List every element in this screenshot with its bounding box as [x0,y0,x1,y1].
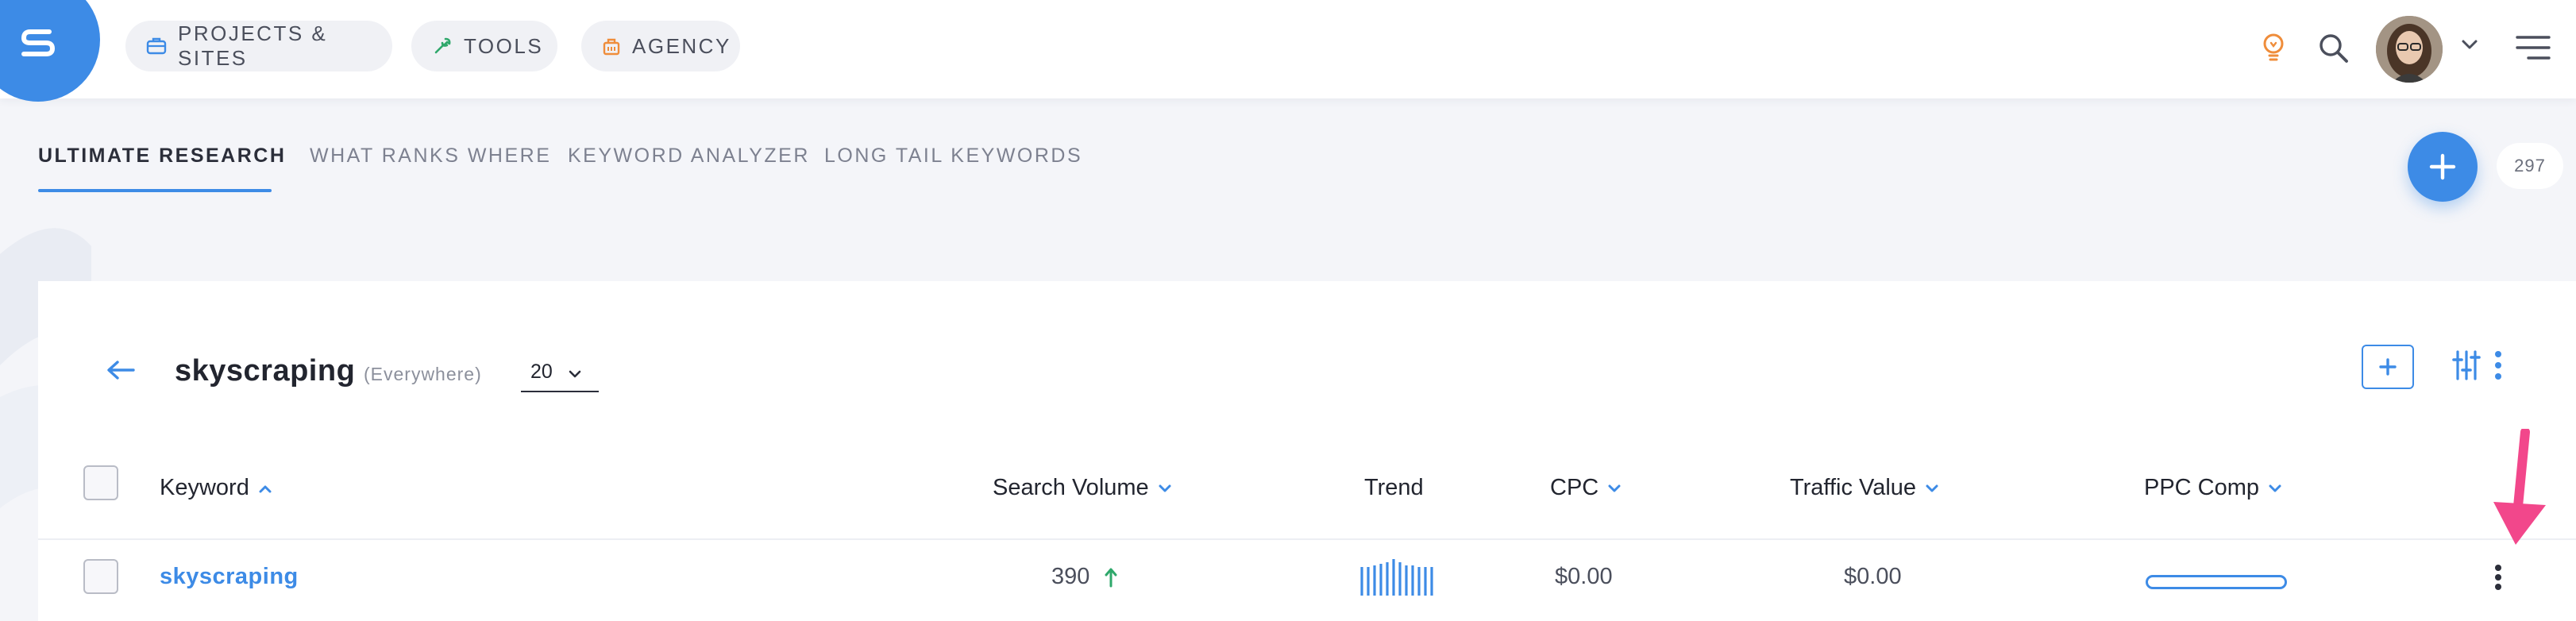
table-divider [38,538,2576,540]
page: PROJECTS & SITES TOOLS AGENCY ULTIMATE R… [0,0,2576,621]
user-avatar-image [2376,16,2443,83]
count-badge: 297 [2497,143,2563,189]
add-fab-button[interactable] [2408,132,2478,202]
tab-keyword-analyzer[interactable]: KEYWORD ANALYZER [568,145,810,168]
tab-what-ranks-where[interactable]: WHAT RANKS WHERE [310,145,551,168]
avatar[interactable] [2376,16,2443,83]
nav-agency[interactable]: AGENCY [581,21,740,71]
back-arrow-icon[interactable] [105,359,137,381]
search-volume-cell: 390 [1051,564,1118,590]
column-header-cpc-label: CPC [1550,475,1599,500]
add-keyword-button[interactable] [2362,345,2414,389]
search-icon[interactable] [2317,32,2350,65]
plus-icon [2429,153,2456,180]
row-more-options-icon[interactable] [2493,564,2503,591]
briefcase-icon [146,36,167,56]
nav-agency-label: AGENCY [632,33,731,58]
per-page-value: 20 [530,361,553,383]
select-all-checkbox[interactable] [83,465,118,500]
nav-projects-sites-label: PROJECTS & SITES [178,21,328,70]
traffic-value: $0.00 [1844,564,1902,589]
tab-long-tail-keywords[interactable]: LONG TAIL KEYWORDS [824,145,1082,168]
keyword-results-card: skyscraping (Everywhere) 20 Keyword Sear… [38,281,2576,621]
more-options-icon[interactable] [2493,349,2503,381]
keyword-location: (Everywhere) [364,364,482,384]
nav-tools-label: TOOLS [464,33,544,58]
arrow-up-icon [1105,568,1117,587]
column-header-traffic-value[interactable]: Traffic Value [1790,475,1940,501]
chevron-up-icon [259,485,272,492]
active-tab-indicator [38,189,272,192]
nav-tools[interactable]: TOOLS [411,21,557,71]
top-bar: PROJECTS & SITES TOOLS AGENCY [0,0,2576,102]
chevron-down-icon[interactable] [2460,38,2479,51]
chevron-down-icon [1159,484,1171,492]
column-header-search-volume[interactable]: Search Volume [993,475,1173,501]
lightbulb-icon[interactable] [2260,32,2287,64]
keyword-title: skyscraping [175,354,356,388]
cpc-value: $0.00 [1555,564,1613,589]
ppc-comp-bar [2146,575,2287,589]
app-logo[interactable] [0,0,100,102]
annotation-arrow-icon [2493,429,2546,545]
agency-icon [602,36,621,56]
trend-sparkline [1360,559,1433,596]
menu-icon[interactable] [2516,33,2551,62]
tools-icon [432,36,453,56]
chevron-down-icon [2269,484,2281,492]
per-page-select[interactable]: 20 [521,361,599,392]
column-header-keyword[interactable]: Keyword [160,475,273,501]
tab-ultimate-research[interactable]: ULTIMATE RESEARCH [38,145,286,168]
keyword-link[interactable]: skyscraping [160,564,299,590]
column-header-trend: Trend [1364,475,1424,501]
chevron-down-icon [569,370,581,378]
plus-icon [2379,358,2397,376]
search-volume-value: 390 [1051,564,1090,589]
row-checkbox[interactable] [83,559,118,594]
column-header-search-volume-label: Search Volume [993,475,1149,500]
column-header-cpc[interactable]: CPC [1550,475,1622,501]
chevron-down-icon [1608,484,1621,492]
column-header-traffic-value-label: Traffic Value [1790,475,1917,500]
column-header-keyword-label: Keyword [160,475,249,500]
logo-icon [21,29,55,56]
column-header-ppc-comp[interactable]: PPC Comp [2144,475,2283,501]
nav-projects-sites[interactable]: PROJECTS & SITES [125,21,392,71]
column-header-trend-label: Trend [1364,475,1424,500]
column-settings-icon[interactable] [2452,349,2481,381]
column-header-ppc-comp-label: PPC Comp [2144,475,2260,500]
chevron-down-icon [1926,484,1938,492]
